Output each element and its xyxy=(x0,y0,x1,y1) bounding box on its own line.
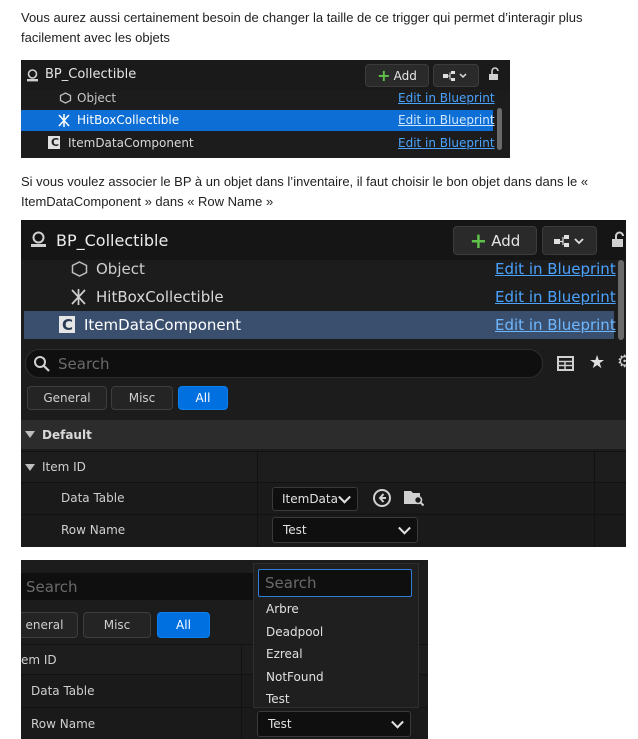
scrollbar[interactable] xyxy=(618,260,624,340)
add-button[interactable]: + Add xyxy=(365,64,429,87)
object-icon xyxy=(59,92,72,107)
component-label: Object xyxy=(96,260,145,278)
component-row-hitbox[interactable]: HitBoxCollectible Edit in Blueprint xyxy=(21,284,626,311)
component-row-itemdata[interactable]: C ItemDataComponent Edit in Blueprint xyxy=(21,133,510,154)
plus-icon: + xyxy=(377,66,391,85)
edit-in-blueprint-link[interactable]: Edit in Blueprint xyxy=(398,136,495,150)
tab-all[interactable]: All xyxy=(178,386,228,410)
row-name-dropdown: Search Arbre Deadpool Ezreal NotFound Te… xyxy=(253,563,419,708)
component-label: ItemDataComponent xyxy=(84,316,242,334)
component-label: HitBoxCollectible xyxy=(96,288,224,306)
chevron-down-icon xyxy=(398,521,411,535)
section-default[interactable]: Default xyxy=(21,420,626,449)
tab-all[interactable]: All xyxy=(157,612,210,638)
tab-misc[interactable]: Misc xyxy=(83,612,151,638)
browse-back-arrow-icon[interactable] xyxy=(373,489,391,511)
component-row-itemdata[interactable]: C ItemDataComponent Edit in Blueprint xyxy=(24,311,616,339)
dropdown-option-test[interactable]: Test xyxy=(266,692,290,706)
data-table-combo[interactable]: ItemData xyxy=(272,487,358,511)
component-icon: C xyxy=(48,136,60,149)
components-panel-small: BP_Collectible + Add Object Edit in Blue… xyxy=(21,60,510,158)
chevron-down-icon xyxy=(391,715,404,729)
search-bar-row: Search ★ ⚙ xyxy=(21,344,626,384)
component-row-object[interactable]: Object Edit in Blueprint xyxy=(21,260,626,282)
edit-in-blueprint-link[interactable]: Edit in Blueprint xyxy=(495,260,616,278)
intro-paragraph: Vous aurez aussi certainement besoin de … xyxy=(21,10,583,45)
browse-folder-icon[interactable] xyxy=(403,488,425,511)
component-row-object[interactable]: Object Edit in Blueprint xyxy=(21,90,510,108)
tab-general[interactable]: General xyxy=(27,386,107,410)
dropdown-option-notfound[interactable]: NotFound xyxy=(266,670,324,684)
component-label: Object xyxy=(77,91,117,105)
panel-header: BP_Collectible + Add xyxy=(21,220,626,260)
blueprint-actor-icon xyxy=(26,67,39,82)
property-row-data-table: Data Table ItemData xyxy=(21,482,626,514)
edit-in-blueprint-link[interactable]: Edit in Blueprint xyxy=(398,113,495,127)
collapse-arrow-icon xyxy=(25,431,35,438)
chevron-down-icon xyxy=(338,490,351,504)
explanation-paragraph: Si vous voulez associer le BP à un objet… xyxy=(21,174,589,209)
object-icon xyxy=(71,261,88,281)
search-icon xyxy=(33,355,50,376)
table-view-icon[interactable] xyxy=(557,356,574,375)
property-row-row-name: Row Name Test xyxy=(21,707,428,739)
hitbox-icon xyxy=(56,113,72,131)
hierarchy-icon xyxy=(553,234,584,247)
blueprint-title: BP_Collectible xyxy=(45,67,137,82)
component-label: ItemDataComponent xyxy=(68,136,194,150)
favorite-star-icon[interactable]: ★ xyxy=(589,352,605,373)
blueprint-actor-icon xyxy=(30,231,47,252)
dropdown-option-deadpool[interactable]: Deadpool xyxy=(266,625,323,639)
edit-in-blueprint-link[interactable]: Edit in Blueprint xyxy=(398,91,495,105)
dropdown-search-input[interactable]: Search xyxy=(258,569,412,597)
collapse-arrow-icon xyxy=(25,464,35,471)
property-row-item-id[interactable]: Item ID xyxy=(21,451,626,482)
hitbox-icon xyxy=(69,288,88,310)
edit-in-blueprint-link[interactable]: Edit in Blueprint xyxy=(495,316,616,334)
blueprint-options-button[interactable] xyxy=(433,64,479,87)
hierarchy-icon xyxy=(443,70,467,81)
details-panel-large: BP_Collectible + Add Object Edit in Blue… xyxy=(21,220,626,547)
search-input[interactable]: Search xyxy=(21,573,253,600)
component-icon: C xyxy=(59,316,75,334)
tab-general[interactable]: eneral xyxy=(21,612,78,638)
add-button[interactable]: + Add xyxy=(453,226,537,255)
lock-icon[interactable] xyxy=(487,66,501,85)
edit-in-blueprint-link[interactable]: Edit in Blueprint xyxy=(495,288,616,306)
search-input[interactable]: Search xyxy=(25,349,543,378)
blueprint-options-button[interactable] xyxy=(542,226,597,255)
lock-icon[interactable] xyxy=(610,231,626,252)
row-name-combo[interactable]: Test xyxy=(272,517,418,543)
property-row-row-name: Row Name Test xyxy=(21,514,626,547)
row-name-combo[interactable]: Test xyxy=(257,711,411,737)
panel-header: BP_Collectible + Add xyxy=(21,60,510,90)
component-row-hitbox[interactable]: HitBoxCollectible Edit in Blueprint xyxy=(21,110,495,131)
row-name-dropdown-panel: Search eneral Misc All em ID Data Table … xyxy=(21,560,428,739)
component-label: HitBoxCollectible xyxy=(77,113,180,127)
plus-icon: + xyxy=(469,228,488,253)
dropdown-option-arbre[interactable]: Arbre xyxy=(266,602,299,616)
settings-gear-icon[interactable]: ⚙ xyxy=(617,352,626,372)
blueprint-title: BP_Collectible xyxy=(56,231,169,250)
dropdown-option-ezreal[interactable]: Ezreal xyxy=(266,647,303,661)
tab-misc[interactable]: Misc xyxy=(111,386,173,410)
scrollbar[interactable] xyxy=(497,108,502,150)
